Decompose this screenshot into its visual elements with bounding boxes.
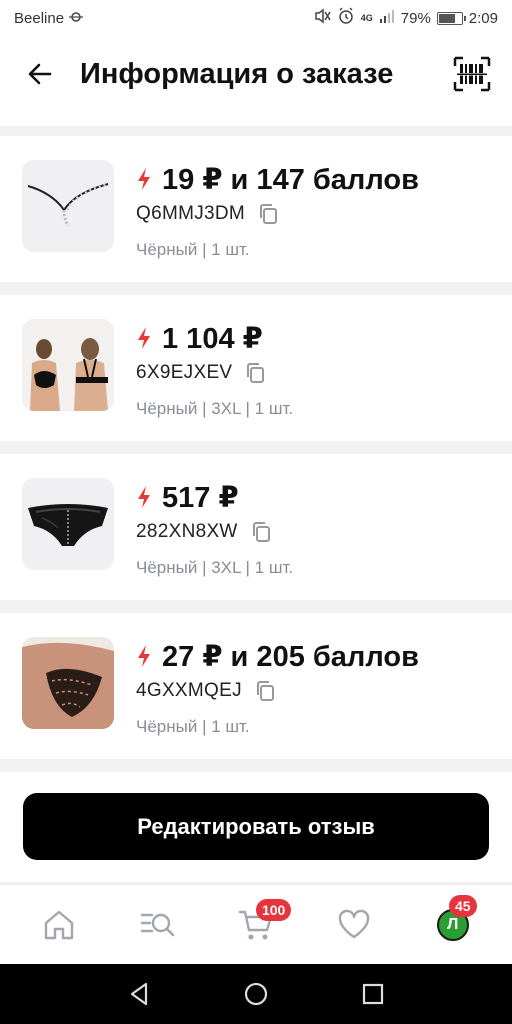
item-price: 517 ₽ xyxy=(162,481,239,514)
list-item[interactable]: 27 ₽ и 205 баллов 4GXXMQEJ Чёрный | 1 шт… xyxy=(0,613,512,759)
item-price: 1 104 ₽ xyxy=(162,322,263,355)
copy-icon[interactable] xyxy=(257,202,279,226)
item-code: Q6MMJ3DM xyxy=(136,203,246,224)
home-circle-icon[interactable] xyxy=(243,981,269,1007)
battery-fill xyxy=(438,13,456,23)
copy-icon[interactable] xyxy=(250,520,272,544)
product-thumbnail[interactable] xyxy=(22,160,114,252)
carrier-icon xyxy=(68,10,84,27)
battery-percent: 79% xyxy=(400,9,431,27)
item-code: 282XN8XW xyxy=(136,521,238,542)
mute-icon xyxy=(313,8,331,28)
product-thumbnail[interactable] xyxy=(22,637,114,729)
lightning-icon xyxy=(138,645,150,667)
arrow-left-icon xyxy=(28,63,52,85)
item-meta: Чёрный | 1 шт. xyxy=(136,240,250,259)
action-bar: Редактировать отзыв xyxy=(0,772,512,882)
recents-square-icon[interactable] xyxy=(360,981,386,1007)
nav-profile[interactable]: Л 45 xyxy=(423,894,483,955)
nav-favorites[interactable] xyxy=(324,895,384,955)
cart-badge: 100 xyxy=(255,898,292,921)
copy-icon[interactable] xyxy=(254,679,276,703)
item-meta: Чёрный | 1 шт. xyxy=(136,717,250,736)
item-meta: Чёрный | 3XL | 1 шт. xyxy=(136,558,294,577)
nav-home[interactable] xyxy=(29,895,89,955)
back-button[interactable] xyxy=(20,54,60,94)
clock: 2:09 xyxy=(468,9,498,27)
status-bar: Beeline 4G 79% 2:09 xyxy=(0,0,512,36)
home-icon xyxy=(44,910,74,939)
page-title: Информация о заказе xyxy=(80,57,394,90)
item-code: 6X9EJXEV xyxy=(136,362,233,383)
network-type: 4G xyxy=(360,13,373,23)
list-item[interactable]: 517 ₽ 282XN8XW Чёрный | 3XL | 1 шт. xyxy=(0,454,512,600)
item-price: 27 ₽ и 205 баллов xyxy=(162,640,419,673)
lightning-icon xyxy=(138,486,150,508)
copy-icon[interactable] xyxy=(244,361,266,385)
product-thumbnail[interactable] xyxy=(22,319,114,411)
catalog-search-icon xyxy=(140,913,174,936)
alarm-icon xyxy=(337,7,355,29)
nav-catalog[interactable] xyxy=(128,895,188,955)
carrier-name: Beeline xyxy=(14,9,65,27)
heart-icon xyxy=(339,909,370,938)
product-thumbnail[interactable] xyxy=(22,478,114,570)
list-item[interactable]: 1 104 ₽ 6X9EJXEV Чёрный | 3XL | 1 шт. xyxy=(0,295,512,441)
back-triangle-icon[interactable] xyxy=(126,981,152,1007)
battery-icon xyxy=(436,11,466,25)
signal-icon xyxy=(379,9,395,27)
bottom-nav: 100 Л 45 xyxy=(0,884,512,964)
edit-review-button[interactable]: Редактировать отзыв xyxy=(23,793,489,860)
lightning-icon xyxy=(138,168,150,190)
system-nav-bar xyxy=(0,964,512,1024)
item-code: 4GXXMQEJ xyxy=(136,680,242,701)
item-price: 19 ₽ и 147 баллов xyxy=(162,163,419,196)
barcode-button[interactable] xyxy=(452,54,492,94)
lightning-icon xyxy=(138,327,150,349)
item-meta: Чёрный | 3XL | 1 шт. xyxy=(136,399,294,418)
nav-cart[interactable]: 100 xyxy=(226,895,292,955)
app-header: Информация о заказе xyxy=(0,36,512,112)
order-items-list: 19 ₽ и 147 баллов Q6MMJ3DM Чёрный | 1 шт… xyxy=(0,112,512,772)
list-item[interactable]: 19 ₽ и 147 баллов Q6MMJ3DM Чёрный | 1 шт… xyxy=(0,136,512,282)
profile-badge: 45 xyxy=(448,894,477,917)
barcode-icon xyxy=(453,56,491,92)
